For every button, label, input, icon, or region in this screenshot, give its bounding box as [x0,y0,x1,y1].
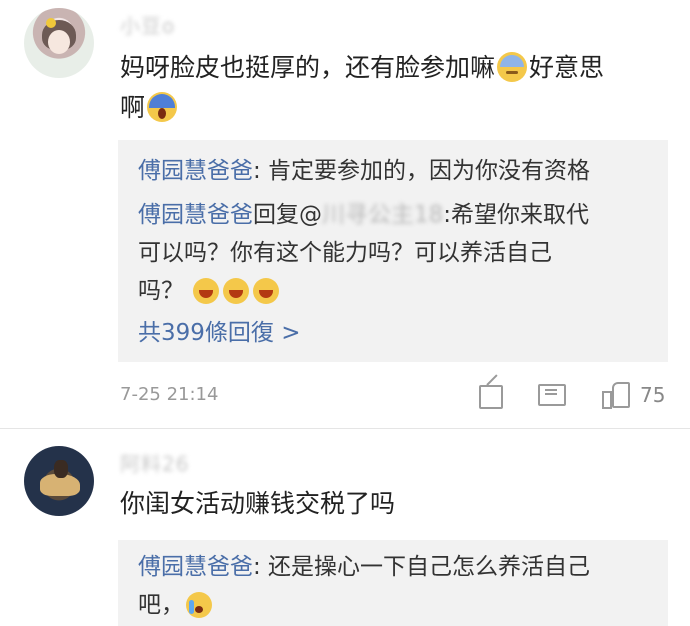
reply-sep: : [253,554,261,580]
reply-author[interactable]: 傅园慧爸爸 [138,554,253,580]
reply-text-line2: 吧， [138,592,184,618]
reply-item[interactable]: 傅园慧爸爸: 还是操心一下自己怎么养活自己 [138,548,654,586]
comment-text: 你闺女活动赚钱交税了吗 [120,489,396,518]
replies-box[interactable]: 傅园慧爸爸: 还是操心一下自己怎么养活自己 吧， [118,540,668,626]
user-avatar[interactable] [24,446,94,516]
avatar-rider [54,460,68,478]
reply-text-line2-wrap: 吧， [138,586,654,624]
cry-emoji-icon [186,592,212,618]
reply-text-line1: 还是操心一下自己怎么养活自己 [260,554,591,580]
username[interactable]: 阿料26 [120,448,189,477]
comment-item: 阿料26 你闺女活动赚钱交税了吗 傅园慧爸爸: 还是操心一下自己怎么养活自己 吧… [0,0,690,626]
